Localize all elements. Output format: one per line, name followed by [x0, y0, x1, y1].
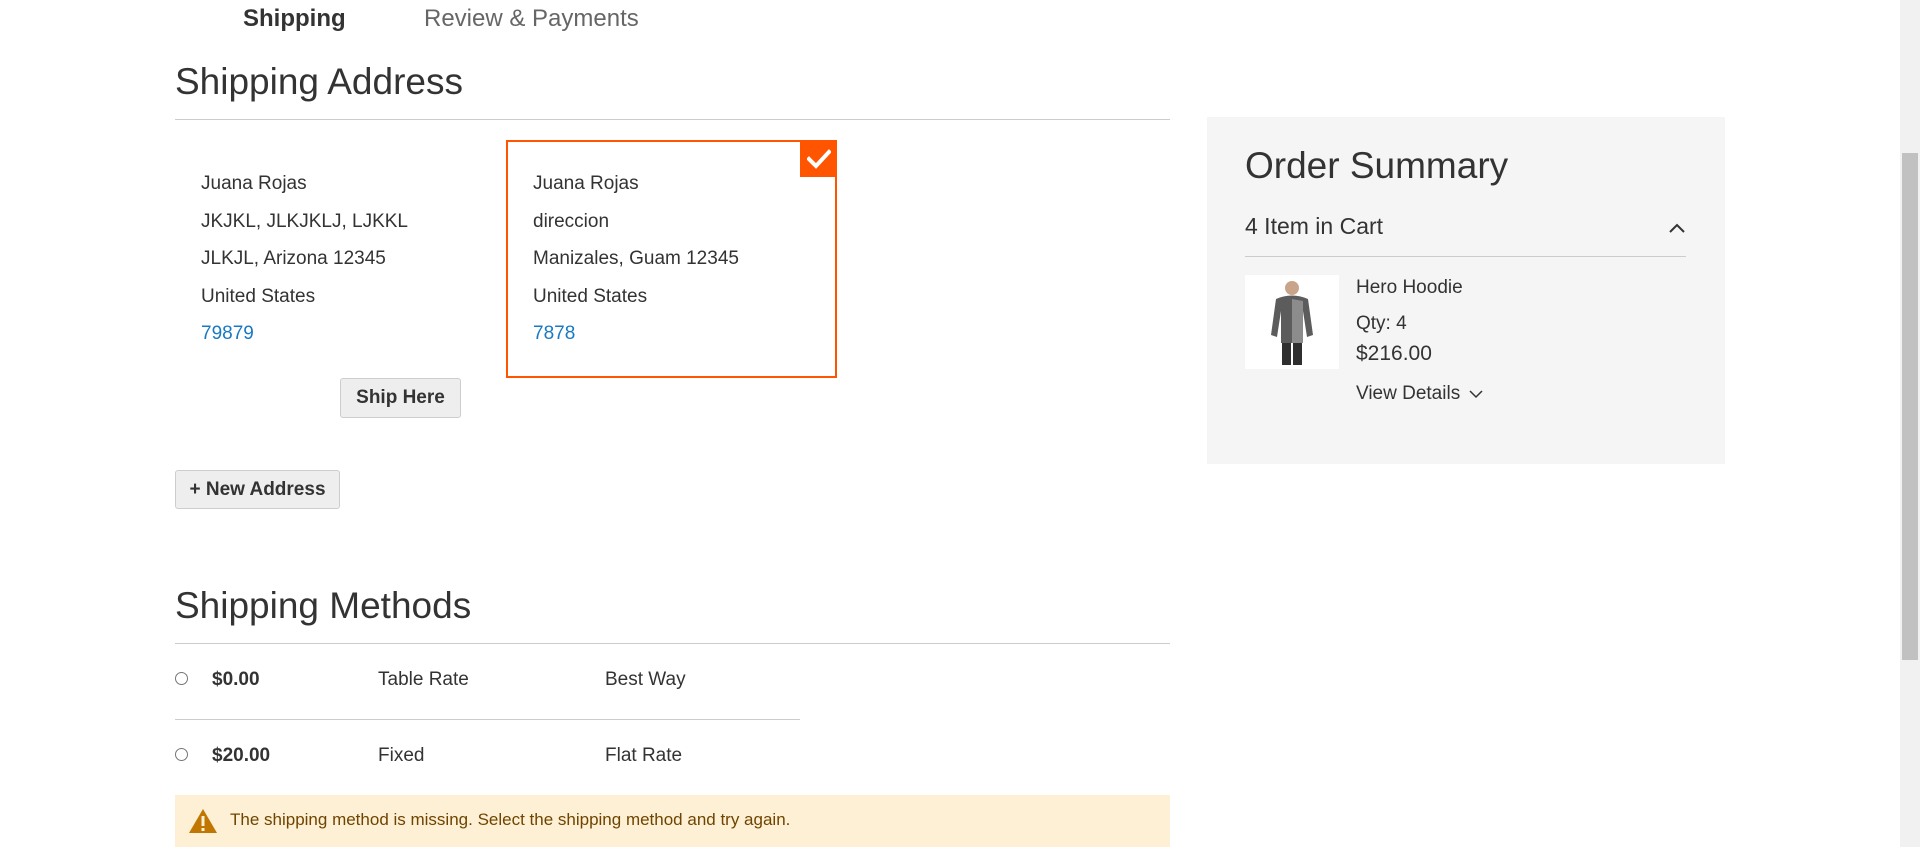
warning-icon [189, 809, 217, 833]
address-name: Juana Rojas [533, 173, 639, 194]
address-name: Juana Rojas [201, 173, 307, 194]
order-summary: Order Summary 4 Item in Cart Hero Hoodie… [1207, 117, 1725, 464]
error-text: The shipping method is missing. Select t… [230, 810, 791, 829]
view-details-toggle[interactable]: View Details [1356, 383, 1484, 405]
address-street: JKJKL, JLKJKLJ, LJKKL [201, 210, 408, 232]
method-title: Table Rate [378, 669, 469, 690]
checkmark-icon [806, 148, 831, 169]
product-price: $216.00 [1356, 342, 1432, 365]
address-phone-link[interactable]: 7878 [533, 315, 739, 353]
shipping-address-title: Shipping Address [175, 61, 463, 102]
method-carrier: Best Way [605, 669, 686, 690]
method-radio[interactable] [175, 748, 188, 761]
selected-check-badge [800, 140, 837, 177]
method-carrier: Flat Rate [605, 745, 683, 766]
chevron-down-icon [1469, 390, 1484, 399]
items-in-cart-toggle[interactable]: 4 Item in Cart [1245, 213, 1383, 240]
method-radio[interactable] [175, 672, 188, 685]
address-city-region: JLKJL, Arizona 12345 [201, 248, 386, 269]
step-shipping[interactable]: Shipping [243, 5, 346, 33]
ship-here-button[interactable]: Ship Here [340, 378, 461, 418]
address-country: United States [533, 285, 648, 307]
scrollbar-thumb[interactable] [1902, 153, 1918, 660]
product-name[interactable]: Hero Hoodie [1356, 277, 1463, 299]
product-thumbnail [1245, 275, 1339, 369]
address-phone-link[interactable]: 79879 [201, 315, 408, 353]
new-address-button[interactable]: + New Address [175, 470, 340, 509]
order-summary-title: Order Summary [1245, 145, 1509, 186]
product-qty: Qty: 4 [1356, 313, 1407, 334]
section-divider [175, 643, 1170, 644]
view-details-label: View Details [1356, 383, 1461, 404]
address-street: direccion [533, 210, 610, 232]
step-review-payments[interactable]: Review & Payments [424, 5, 639, 33]
shipping-method-row[interactable]: $0.00 Table Rate Best Way [175, 669, 800, 742]
method-title: Fixed [378, 745, 425, 766]
shipping-methods-title: Shipping Methods [175, 585, 472, 626]
method-price: $20.00 [212, 745, 271, 766]
address-city-region: Manizales, Guam 12345 [533, 248, 739, 269]
shipping-method-error: The shipping method is missing. Select t… [175, 795, 1170, 847]
summary-divider [1245, 256, 1686, 257]
method-divider [175, 719, 800, 720]
chevron-up-icon[interactable] [1669, 223, 1685, 233]
section-divider [175, 119, 1170, 120]
page-scrollbar[interactable] [1900, 0, 1920, 847]
address-card-1: Juana Rojas JKJKL, JLKJKLJ, LJKKL JLKJL,… [201, 165, 408, 353]
hoodie-image [1245, 275, 1339, 369]
method-price: $0.00 [212, 669, 260, 690]
address-card-2: Juana Rojas direccion Manizales, Guam 12… [533, 165, 739, 353]
address-country: United States [201, 285, 316, 307]
